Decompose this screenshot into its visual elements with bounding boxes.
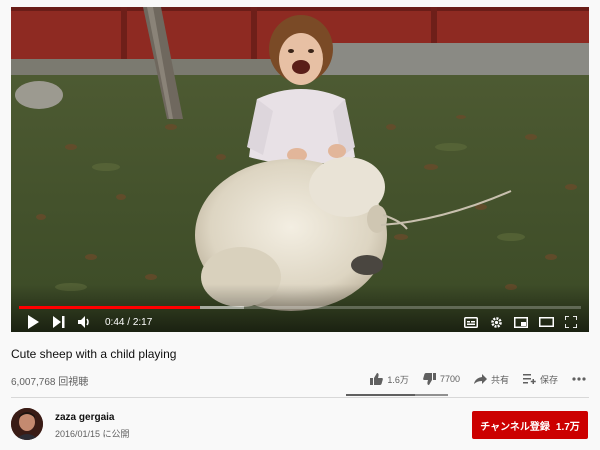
share-label: 共有: [490, 374, 509, 385]
save-button[interactable]: 保存: [522, 373, 558, 386]
play-icon: [28, 315, 39, 329]
share-button[interactable]: 共有: [473, 373, 509, 386]
subscriber-count: 1.7万: [555, 421, 580, 433]
avatar-image: [11, 408, 43, 440]
settings-icon: [490, 316, 502, 328]
dislike-button[interactable]: 7700: [423, 373, 460, 385]
current-time: 0:44: [105, 316, 125, 328]
subtitles-icon: [464, 316, 478, 328]
thumb-down-icon: [423, 373, 436, 385]
subtitles-button[interactable]: [461, 314, 481, 330]
play-button[interactable]: [23, 314, 43, 330]
sentiment-bar: [346, 394, 448, 396]
right-controls: [461, 313, 581, 331]
publish-date: 2016/01/15 に公開: [55, 429, 130, 439]
volume-icon: [78, 316, 89, 328]
player-controls: 0:44 / 2:17: [11, 313, 589, 331]
dislike-count: 7700: [439, 374, 460, 384]
subscribe-label: チャンネル登録: [480, 421, 550, 433]
settings-button[interactable]: [486, 314, 506, 330]
save-label: 保存: [539, 374, 558, 385]
miniplayer-icon: [514, 316, 528, 328]
mute-button[interactable]: [75, 314, 95, 330]
theater-icon: [538, 317, 554, 327]
divider: [11, 397, 589, 398]
share-icon: [473, 374, 487, 384]
fullscreen-icon: [565, 316, 577, 328]
theater-button[interactable]: [536, 314, 556, 330]
time-separator: /: [127, 316, 131, 328]
subscribe-button[interactable]: チャンネル登録 1.7万: [472, 411, 588, 439]
channel-avatar[interactable]: [11, 408, 43, 440]
action-bar: 1.6万 7700 共有 保存: [370, 370, 586, 388]
watch-page: 0:44 / 2:17 Cute sheep with a child play…: [0, 0, 600, 450]
miniplayer-button[interactable]: [511, 314, 531, 330]
time-display: 0:44 / 2:17: [105, 317, 152, 328]
more-icon: [572, 377, 586, 381]
next-icon: [53, 316, 65, 328]
thumb-up-icon: [370, 373, 384, 385]
progress-bar[interactable]: [19, 306, 581, 309]
channel-name[interactable]: zaza gergaia: [55, 412, 114, 423]
next-button[interactable]: [49, 314, 69, 330]
duration: 2:17: [132, 316, 153, 328]
video-player[interactable]: 0:44 / 2:17: [11, 7, 589, 332]
like-button[interactable]: 1.6万: [370, 373, 409, 386]
add-to-playlist-icon: [522, 374, 536, 384]
sentiment-like-fill: [346, 394, 415, 396]
more-actions-button[interactable]: [572, 377, 586, 381]
fullscreen-button[interactable]: [561, 314, 581, 330]
progress-played: [19, 306, 200, 309]
video-title: Cute sheep with a child playing: [11, 347, 177, 361]
view-count: 6,007,768 回視聴: [11, 377, 89, 388]
left-controls: 0:44 / 2:17: [23, 313, 152, 331]
like-count: 1.6万: [387, 374, 409, 385]
